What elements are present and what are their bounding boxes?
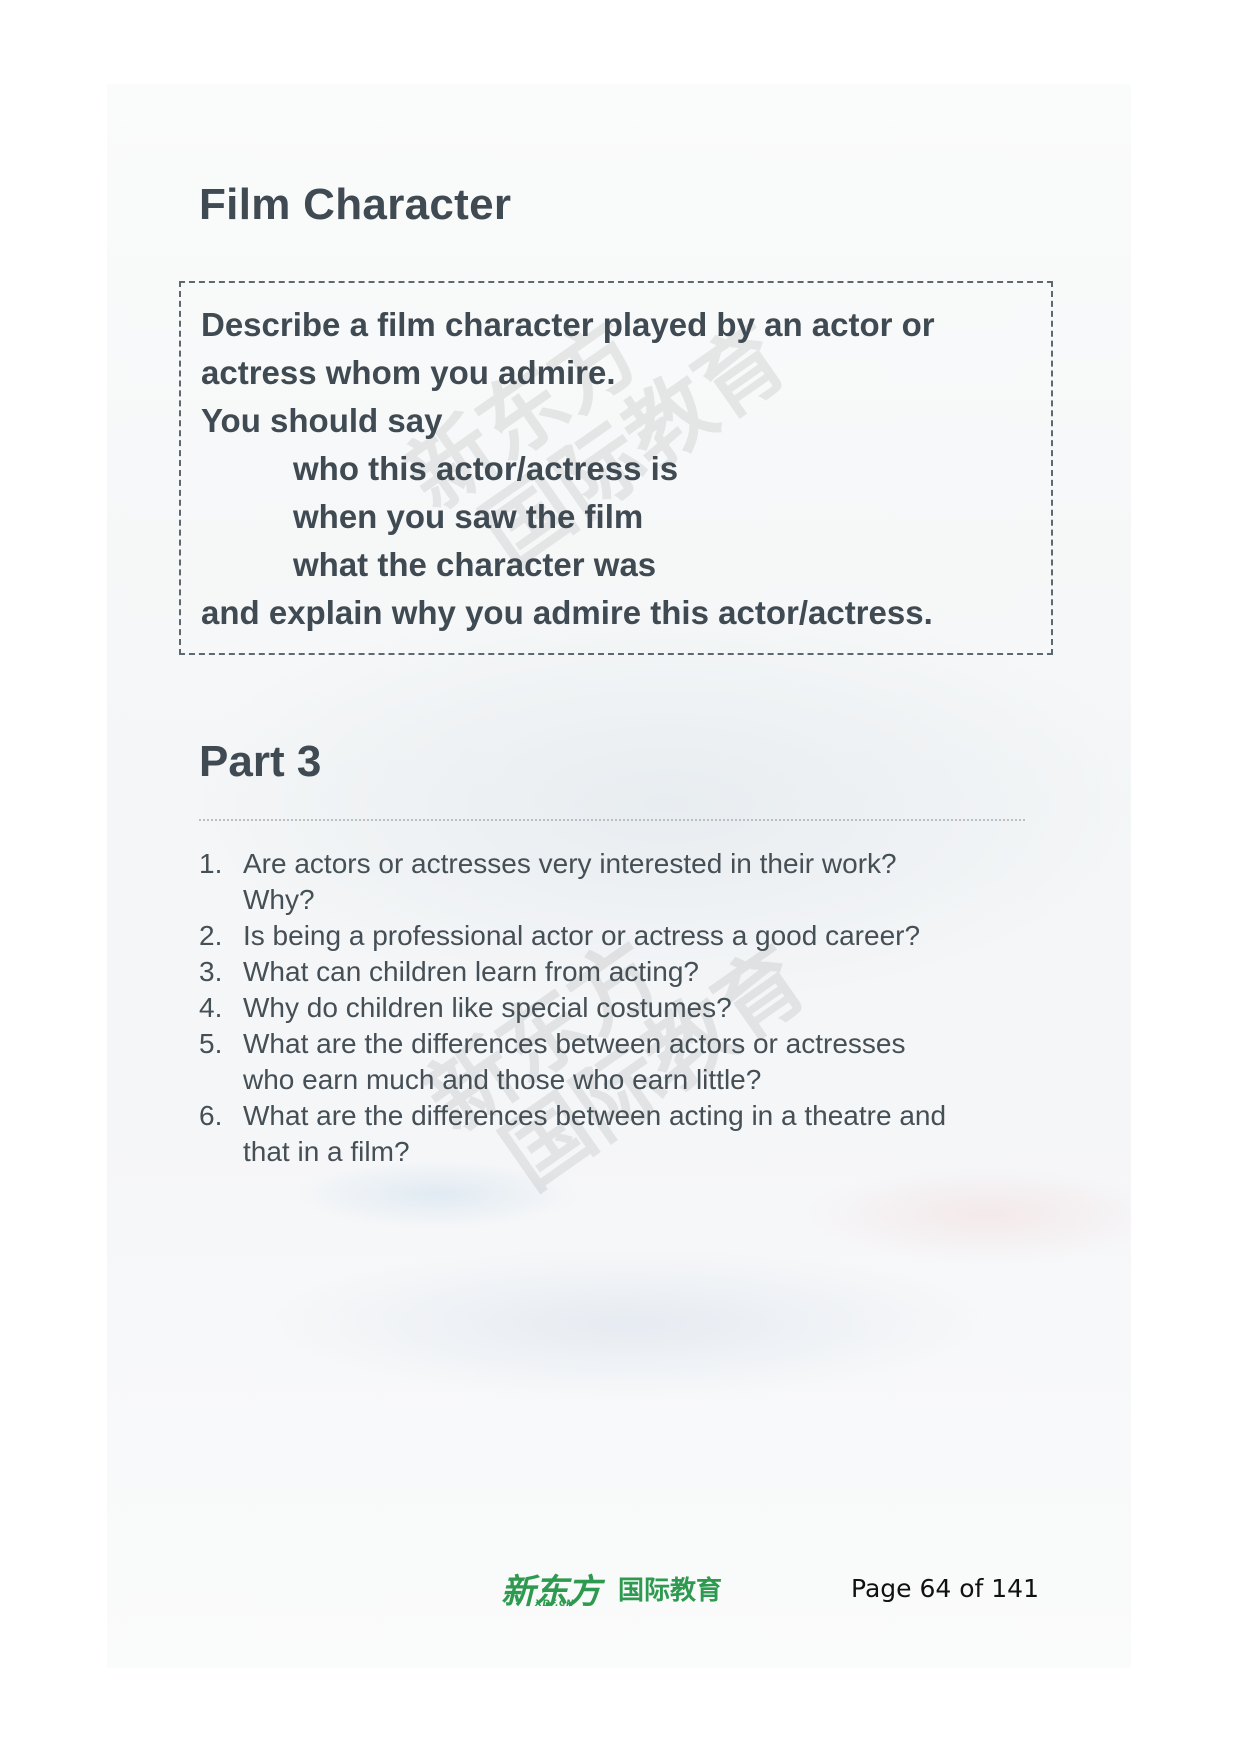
cue-prompt-line: actress whom you admire.: [201, 354, 616, 391]
question-text: What can children learn from acting?: [243, 956, 699, 987]
cue-intro: You should say: [201, 402, 443, 439]
dotted-divider: [199, 819, 1025, 821]
question-item: 2. Is being a professional actor or actr…: [199, 918, 1039, 954]
question-list: 1. Are actors or actresses very interest…: [199, 846, 1039, 1170]
question-text-continued: who earn much and those who earn little?: [243, 1064, 762, 1095]
cue-card-text: Describe a film character played by an a…: [201, 301, 935, 637]
xdf-logo-icon: 新东方 XDF.CN: [501, 1564, 601, 1613]
question-number: 3.: [199, 956, 223, 987]
question-number: 5.: [199, 1028, 223, 1059]
question-item: 4. Why do children like special costumes…: [199, 990, 1039, 1026]
question-text: Why do children like special costumes?: [243, 992, 732, 1023]
logo-domain: XDF.CN: [535, 1598, 575, 1609]
question-item: 5. What are the differences between acto…: [199, 1026, 1039, 1098]
question-number: 6.: [199, 1100, 223, 1131]
question-number: 4.: [199, 992, 223, 1023]
question-text-continued: Why?: [243, 884, 315, 915]
question-text: Is being a professional actor or actress…: [243, 920, 921, 951]
question-text: What are the differences between actors …: [243, 1028, 906, 1059]
question-item: 3. What can children learn from acting?: [199, 954, 1039, 990]
question-number: 1.: [199, 848, 223, 879]
cue-closing: and explain why you admire this actor/ac…: [201, 594, 933, 631]
cue-prompt-line: Describe a film character played by an a…: [201, 306, 935, 343]
question-item: 6. What are the differences between acti…: [199, 1098, 1039, 1170]
cue-card: Describe a film character played by an a…: [179, 281, 1053, 655]
logo-brand-text: 国际教育: [618, 1575, 723, 1606]
page-title: Film Character: [199, 180, 512, 229]
question-text: Are actors or actresses very interested …: [243, 848, 897, 879]
question-item: 1. Are actors or actresses very interest…: [199, 846, 1039, 918]
question-text-continued: that in a film?: [243, 1136, 410, 1167]
page-number: Page 64 of 141: [851, 1574, 1039, 1603]
cue-point: when you saw the film: [293, 498, 644, 535]
question-text: What are the differences between acting …: [243, 1100, 947, 1131]
cue-point: what the character was: [293, 546, 657, 583]
question-number: 2.: [199, 920, 223, 951]
cue-point: who this actor/actress is: [293, 450, 679, 487]
section-heading-part3: Part 3: [199, 737, 322, 786]
footer-logo: 新东方 XDF.CN 国际教育: [501, 1564, 722, 1612]
